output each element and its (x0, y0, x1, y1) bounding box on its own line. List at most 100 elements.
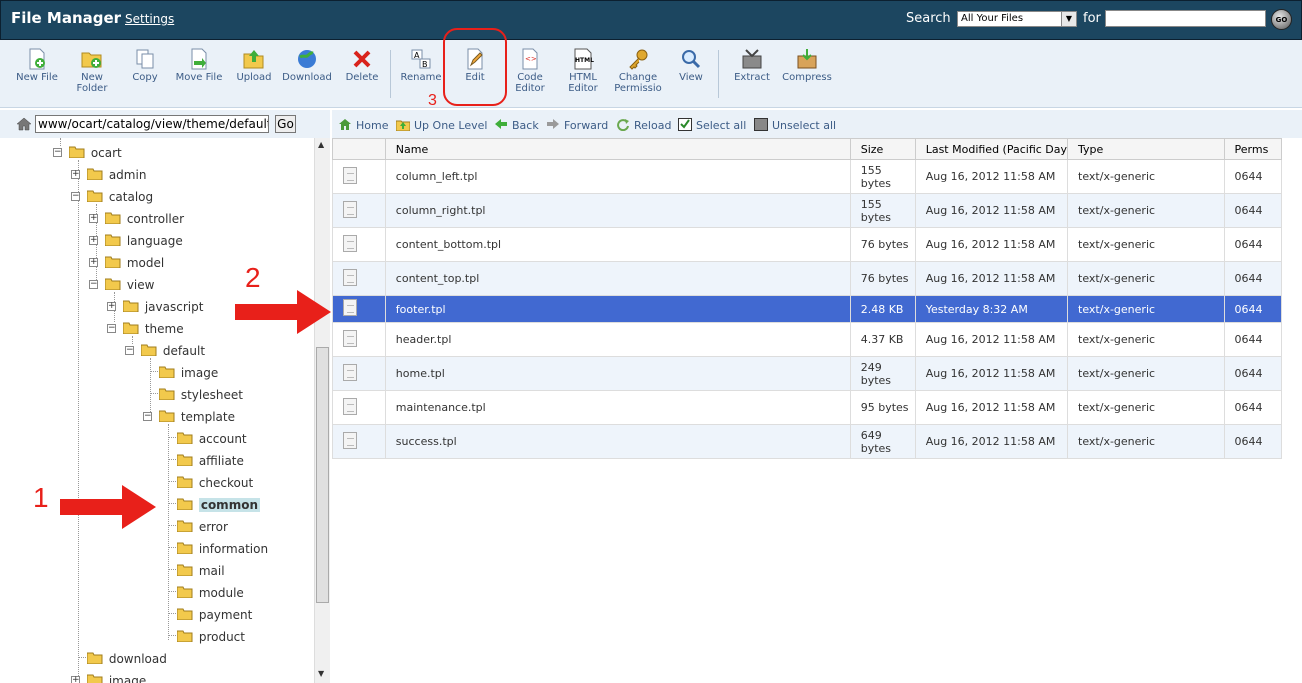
file-name[interactable]: content_top.tpl (384, 261, 851, 296)
expand-icon[interactable]: + (89, 214, 98, 223)
settings-link[interactable]: Settings (125, 12, 174, 26)
table-row[interactable]: home.tpl 249 bytes Aug 16, 2012 11:58 AM… (332, 356, 1283, 391)
file-name[interactable]: column_right.tpl (384, 193, 851, 228)
column-header-size[interactable]: Size (849, 138, 916, 160)
folder-icon (177, 432, 193, 444)
column-header-type[interactable]: Type (1067, 138, 1225, 160)
tree-folder-theme[interactable]: − theme (107, 320, 184, 338)
tree-folder-common[interactable]: common (177, 496, 260, 514)
file-name[interactable]: home.tpl (384, 356, 851, 391)
file-name[interactable]: header.tpl (384, 322, 851, 357)
tree-folder-information[interactable]: information (177, 540, 268, 558)
tree-folder-javascript[interactable]: + javascript (107, 298, 203, 316)
expand-icon[interactable]: + (107, 302, 116, 311)
table-row-selected[interactable]: footer.tpl 2.48 KB Yesterday 8:32 AM tex… (332, 295, 1283, 323)
file-name[interactable]: footer.tpl (384, 295, 851, 323)
home-nav-button[interactable]: Home (338, 118, 388, 132)
expand-icon[interactable]: + (71, 170, 80, 179)
expand-icon[interactable]: + (71, 676, 80, 683)
table-row[interactable]: column_left.tpl 155 bytes Aug 16, 2012 1… (332, 159, 1283, 194)
column-header-perms[interactable]: Perms (1223, 138, 1283, 160)
chevron-down-icon[interactable]: ▼ (1061, 12, 1076, 26)
up-one-level-button[interactable]: Up One Level (396, 118, 487, 132)
file-icon-cell (332, 261, 386, 296)
table-row[interactable]: success.tpl 649 bytes Aug 16, 2012 11:58… (332, 424, 1283, 459)
tree-folder-checkout[interactable]: checkout (177, 474, 253, 492)
tree-label: error (198, 520, 228, 534)
file-name[interactable]: column_left.tpl (384, 159, 851, 194)
file-name[interactable]: maintenance.tpl (384, 390, 851, 425)
scroll-up-icon[interactable]: ▲ (318, 140, 324, 149)
tree-folder-product[interactable]: product (177, 628, 245, 646)
table-row[interactable]: header.tpl 4.37 KB Aug 16, 2012 11:58 AM… (332, 322, 1283, 357)
back-button[interactable]: Back (494, 118, 539, 132)
move-file-button[interactable]: Move File (174, 48, 224, 83)
html-editor-button[interactable]: HTML HTML Editor (562, 48, 604, 94)
table-row[interactable]: content_bottom.tpl 76 bytes Aug 16, 2012… (332, 227, 1283, 262)
delete-button[interactable]: Delete (344, 48, 380, 83)
extract-button[interactable]: Extract (730, 48, 774, 83)
expand-icon[interactable]: + (89, 258, 98, 267)
tree-folder-language[interactable]: + language (89, 232, 183, 250)
scroll-down-icon[interactable]: ▼ (318, 669, 324, 678)
rename-button[interactable]: A B Rename (400, 48, 442, 83)
unselect-all-button[interactable]: Unselect all (754, 118, 836, 132)
file-name[interactable]: success.tpl (384, 424, 851, 459)
tree-folder-mail[interactable]: mail (177, 562, 225, 580)
search-go-button[interactable]: GO (1271, 9, 1292, 30)
download-button[interactable]: Download (282, 48, 332, 83)
table-row[interactable]: content_top.tpl 76 bytes Aug 16, 2012 11… (332, 261, 1283, 296)
copy-button[interactable]: Copy (128, 48, 162, 83)
column-header-name[interactable]: Name (384, 138, 851, 160)
collapse-icon[interactable]: − (143, 412, 152, 421)
change-permissions-button[interactable]: Change Permissio (612, 48, 664, 94)
tree-folder-account[interactable]: account (177, 430, 247, 448)
reload-button[interactable]: Reload (616, 118, 671, 132)
tree-folder-default[interactable]: − default (125, 342, 205, 360)
file-icon (343, 397, 357, 415)
tree-folder-stylesheet[interactable]: stylesheet (159, 386, 243, 404)
new-folder-button[interactable]: New Folder (70, 48, 114, 94)
view-button[interactable]: View (676, 48, 706, 83)
folder-open-icon (69, 146, 85, 158)
tree-folder-view[interactable]: − view (89, 276, 154, 294)
tree-folder-image-root[interactable]: + image (71, 672, 146, 683)
tree-folder-module[interactable]: module (177, 584, 244, 602)
tree-folder-ocart[interactable]: − ocart (53, 144, 122, 162)
tree-folder-payment[interactable]: payment (177, 606, 252, 624)
search-scope-select[interactable]: All Your Files ▼ (957, 11, 1077, 27)
path-input[interactable]: www/ocart/catalog/view/theme/default/t (35, 115, 269, 133)
tree-folder-controller[interactable]: + controller (89, 210, 184, 228)
code-editor-button[interactable]: <> Code Editor (510, 48, 550, 94)
select-all-button[interactable]: Select all (678, 118, 746, 132)
collapse-icon[interactable]: − (71, 192, 80, 201)
search-input[interactable] (1105, 10, 1266, 27)
collapse-icon[interactable]: − (125, 346, 134, 355)
path-go-button[interactable]: Go (275, 115, 296, 133)
forward-button[interactable]: Forward (546, 118, 608, 132)
tree-folder-catalog[interactable]: − catalog (71, 188, 153, 206)
expand-icon[interactable]: + (89, 236, 98, 245)
collapse-icon[interactable]: − (107, 324, 116, 333)
upload-button[interactable]: Upload (236, 48, 272, 83)
tree-folder-affiliate[interactable]: affiliate (177, 452, 244, 470)
for-label: for (1083, 11, 1101, 26)
home-icon[interactable] (16, 117, 32, 131)
tree-scrollbar[interactable]: ▲ ▼ (314, 138, 330, 683)
new-file-button[interactable]: New File (14, 48, 60, 83)
scrollbar-thumb[interactable] (316, 347, 329, 603)
tree-folder-admin[interactable]: + admin (71, 166, 146, 184)
file-size: 95 bytes (849, 390, 916, 425)
file-name[interactable]: content_bottom.tpl (384, 227, 851, 262)
collapse-icon[interactable]: − (89, 280, 98, 289)
compress-button[interactable]: Compress (780, 48, 834, 83)
tree-folder-error[interactable]: error (177, 518, 228, 536)
collapse-icon[interactable]: − (53, 148, 62, 157)
tree-folder-download[interactable]: download (87, 650, 167, 668)
tree-folder-model[interactable]: + model (89, 254, 164, 272)
table-row[interactable]: column_right.tpl 155 bytes Aug 16, 2012 … (332, 193, 1283, 228)
tree-folder-image[interactable]: image (159, 364, 218, 382)
tree-folder-template[interactable]: − template (143, 408, 235, 426)
table-row[interactable]: maintenance.tpl 95 bytes Aug 16, 2012 11… (332, 390, 1283, 425)
column-header-modified[interactable]: Last Modified (Pacific Day (914, 138, 1069, 160)
